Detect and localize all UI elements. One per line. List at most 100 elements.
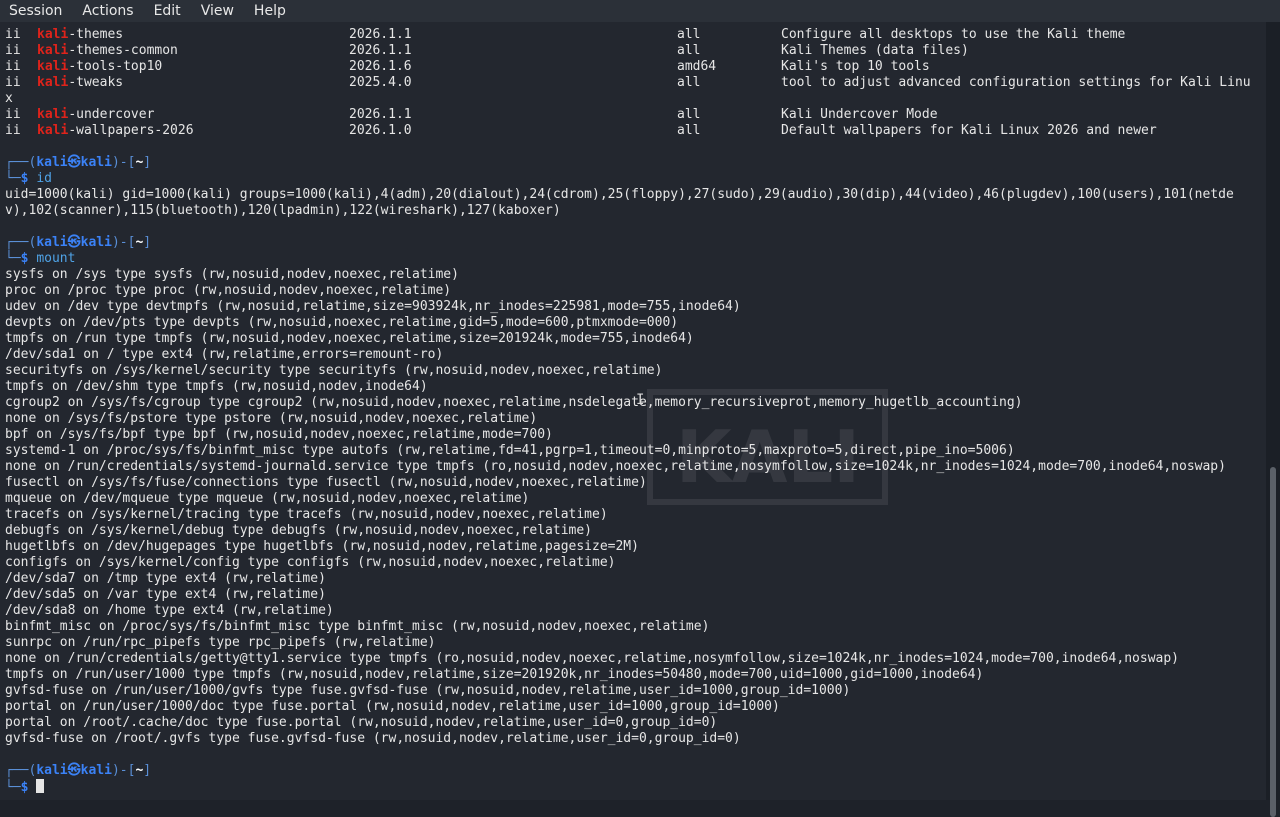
pkg-description: Kali Themes (data files) [781, 43, 969, 58]
output-line: tmpfs on /run type tmpfs (rw,nosuid,node… [5, 331, 694, 346]
package-row: ii kali-themes 2026.1.1 all Configure all de… [5, 27, 1234, 43]
prompt-frame: └─ [5, 780, 21, 795]
menu-session[interactable]: Session [0, 0, 72, 22]
prompt-frame: )-[ [111, 763, 136, 778]
pkg-version: 2026.1.0 [349, 123, 412, 138]
prompt-at: ㉿ [67, 763, 81, 778]
terminal-area[interactable]: KALI ii kali-themes 2026.1.1 all Configure a… [0, 22, 1266, 800]
output-line: tmpfs on /run/user/1000 type tmpfs (rw,n… [5, 667, 984, 682]
prompt-frame: ] [143, 155, 152, 170]
prompt-line-1: ┌──(kali㉿kali)-[~] [5, 235, 1234, 251]
pkg-name-highlight: kali [37, 75, 69, 90]
output-line: proc on /proc type proc (rw,nosuid,nodev… [5, 283, 452, 298]
command-text: mount [36, 251, 76, 266]
pkg-status: ii [5, 27, 21, 42]
output-line: cgroup2 on /sys/fs/cgroup type cgroup2 (… [5, 395, 1023, 410]
pkg-name-highlight: kali [37, 27, 69, 42]
output-line: /dev/sda1 on / type ext4 (rw,relatime,er… [5, 347, 444, 362]
prompt-frame: ┌──( [5, 155, 37, 170]
prompt-frame: └─ [5, 251, 21, 266]
pkg-arch: all [677, 75, 701, 90]
output-line: /dev/sda5 on /var type ext4 (rw,relatime… [5, 587, 326, 602]
prompt-line-1: ┌──(kali㉿kali)-[~] [5, 155, 1234, 171]
menu-help[interactable]: Help [244, 0, 296, 22]
pkg-name-highlight: kali [37, 43, 69, 58]
output-line: systemd-1 on /proc/sys/fs/binfmt_misc ty… [5, 443, 1015, 458]
output-line: devpts on /dev/pts type devpts (rw,nosui… [5, 315, 679, 330]
scrollbar-thumb[interactable] [1270, 467, 1276, 817]
pkg-name: kali-undercover [37, 107, 154, 123]
output-line: gvfsd-fuse on /run/user/1000/gvfs type f… [5, 683, 851, 698]
prompt-host: kali [80, 155, 112, 170]
output-line: portal on /run/user/1000/doc type fuse.p… [5, 699, 780, 714]
output-line: none on /sys/fs/pstore type pstore (rw,n… [5, 411, 538, 426]
pkg-version: 2025.4.0 [349, 75, 412, 90]
output-line: v),102(scanner),115(bluetooth),120(lpadm… [5, 203, 561, 218]
package-row: ii kali-themes-common 2026.1.1 all Kali Them… [5, 43, 1234, 59]
prompt-frame: ] [143, 763, 152, 778]
prompt-line-2: └─$ [5, 779, 1234, 795]
output-line: securityfs on /sys/kernel/security type … [5, 363, 663, 378]
text-cursor-icon: I [636, 392, 645, 408]
prompt-frame: )-[ [111, 235, 136, 250]
prompt-dollar: $ [20, 780, 29, 795]
terminal-cursor [36, 779, 45, 793]
pkg-status: ii [5, 43, 21, 58]
package-row: ii kali-tweaks 2025.4.0 all tool to adjust a… [5, 75, 1251, 91]
prompt-frame: ] [143, 235, 152, 250]
terminal-output: ii kali-themes 2026.1.1 all Configure all de… [5, 27, 1251, 795]
prompt-line-2: └─$ id [5, 171, 1234, 187]
pkg-name-suffix: -wallpapers-2026 [68, 123, 194, 138]
output-line: tmpfs on /dev/shm type tmpfs (rw,nosuid,… [5, 379, 428, 394]
output-line: hugetlbfs on /dev/hugepages type hugetlb… [5, 539, 639, 554]
pkg-name-suffix: -undercover [68, 107, 155, 122]
prompt-line-2: └─$ mount [5, 251, 1234, 267]
pkg-version: 2026.1.1 [349, 107, 412, 122]
prompt-frame: └─ [5, 171, 21, 186]
output-line: none on /run/credentials/systemd-journal… [5, 459, 1226, 474]
package-row: ii kali-tools-top10 2026.1.6 amd64 Kali's to… [5, 59, 1234, 75]
prompt-frame: ┌──( [5, 763, 37, 778]
pkg-status: ii [5, 123, 21, 138]
output-line: binfmt_misc on /proc/sys/fs/binfmt_misc … [5, 619, 710, 634]
pkg-name-suffix: -themes-common [68, 43, 178, 58]
prompt-line-1: ┌──(kali㉿kali)-[~] [5, 763, 1234, 779]
menu-actions[interactable]: Actions [72, 0, 143, 22]
prompt-frame: ┌──( [5, 235, 37, 250]
pkg-description: tool to adjust advanced configuration se… [781, 75, 1251, 90]
pkg-description: Kali Undercover Mode [781, 107, 938, 122]
output-line: x [5, 91, 13, 106]
prompt-dollar: $ [20, 171, 29, 186]
pkg-name-highlight: kali [37, 123, 69, 138]
pkg-name-highlight: kali [37, 107, 69, 122]
prompt-host: kali [80, 235, 112, 250]
pkg-description: Kali's top 10 tools [781, 59, 930, 74]
command-text: id [36, 171, 52, 186]
menu-edit[interactable]: Edit [144, 0, 191, 22]
pkg-arch: all [677, 123, 701, 138]
output-line: udev on /dev type devtmpfs (rw,nosuid,re… [5, 299, 741, 314]
output-line: mqueue on /dev/mqueue type mqueue (rw,no… [5, 491, 530, 506]
pkg-name: kali-wallpapers-2026 [37, 123, 194, 139]
pkg-version: 2026.1.1 [349, 27, 412, 42]
output-line: tracefs on /sys/kernel/tracing type trac… [5, 507, 608, 522]
package-row: ii kali-wallpapers-2026 2026.1.0 all Default… [5, 123, 1234, 139]
pkg-name: kali-tools-top10 [37, 59, 162, 75]
output-line: configfs on /sys/kernel/config type conf… [5, 555, 616, 570]
prompt-user: kali [36, 235, 68, 250]
prompt-user: kali [36, 155, 68, 170]
output-line: sunrpc on /run/rpc_pipefs type rpc_pipef… [5, 635, 436, 650]
pkg-status: ii [5, 59, 21, 74]
output-line: debugfs on /sys/kernel/debug type debugf… [5, 523, 592, 538]
menu-view[interactable]: View [191, 0, 244, 22]
pkg-description: Configure all desktops to use the Kali t… [781, 27, 1126, 42]
output-line: none on /run/credentials/getty@tty1.serv… [5, 651, 1179, 666]
scrollbar[interactable] [1266, 22, 1280, 817]
output-line: bpf on /sys/fs/bpf type bpf (rw,nosuid,n… [5, 427, 553, 442]
output-line: uid=1000(kali) gid=1000(kali) groups=100… [5, 187, 1234, 202]
pkg-name: kali-themes [37, 27, 123, 43]
pkg-name-suffix: -tweaks [68, 75, 124, 90]
output-line: gvfsd-fuse on /root/.gvfs type fuse.gvfs… [5, 731, 741, 746]
